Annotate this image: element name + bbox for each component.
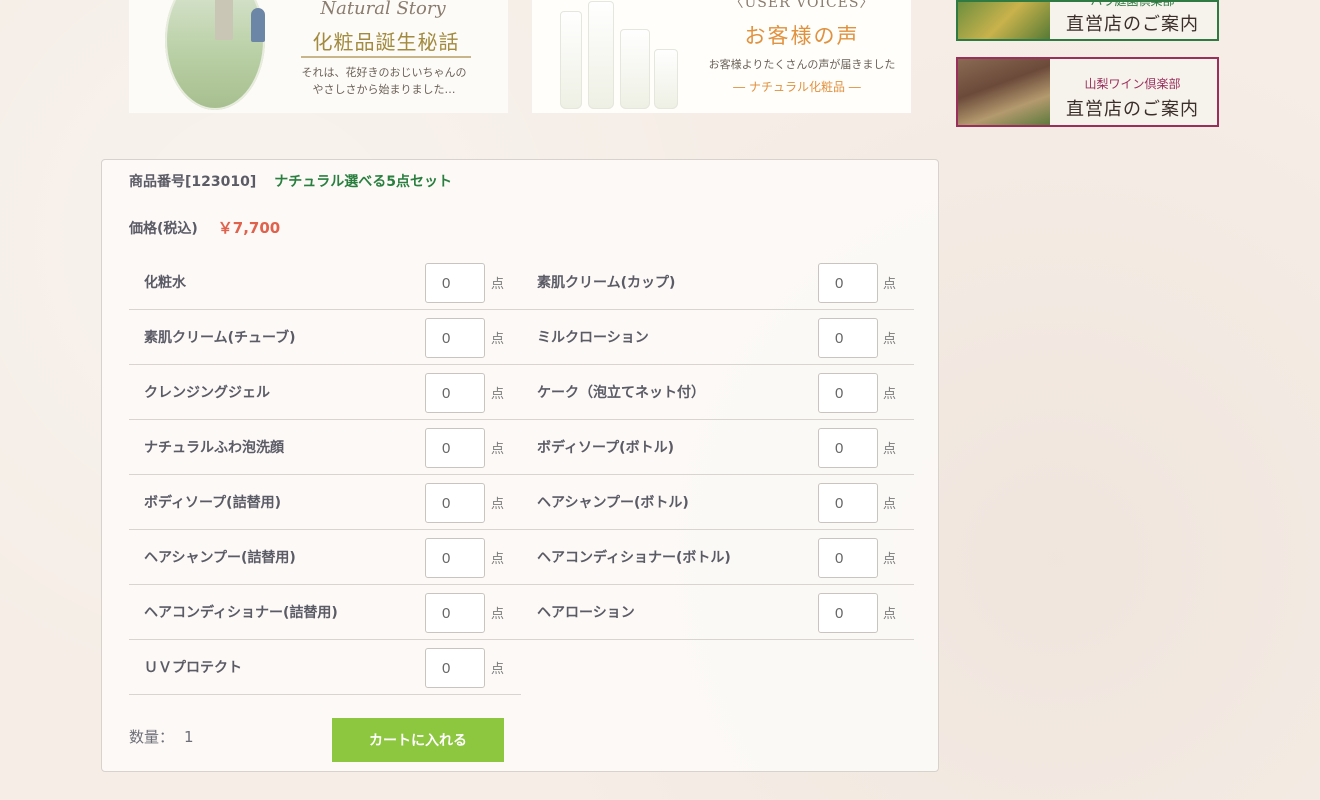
item-quantity-input[interactable] (818, 373, 878, 413)
unit-label: 点 (883, 332, 897, 347)
unit-label: 点 (491, 277, 505, 292)
item-label: 素肌クリーム(カップ) (537, 275, 676, 291)
story-divider (301, 56, 471, 58)
story-desc-line1: それは、花好きのおじいちゃんの (301, 66, 467, 79)
unit-label: 点 (491, 332, 505, 347)
natural-story-banner[interactable]: Natural Story 化粧品誕生秘話 それは、花好きのおじいちゃんの やさ… (129, 0, 508, 113)
item-row: 化粧水 点 (129, 255, 521, 310)
unit-label: 点 (883, 387, 897, 402)
garden-club-name: バラ庭園倶楽部 (1090, 0, 1175, 8)
item-quantity-input[interactable] (818, 428, 878, 468)
item-row: ナチュラルふわ泡洗顔 点 (129, 420, 521, 475)
unit-label: 点 (883, 552, 897, 567)
item-row: ミルクローション 点 (521, 310, 914, 365)
unit-label: 点 (491, 442, 505, 457)
item-quantity-input[interactable] (425, 593, 485, 633)
item-row: ヘアローション 点 (521, 585, 914, 640)
unit-label: 点 (491, 497, 505, 512)
item-label: ボディソープ(詰替用) (144, 495, 281, 511)
item-row: クレンジングジェル 点 (129, 365, 521, 420)
story-description: それは、花好きのおじいちゃんの やさしさから始まりました… (284, 64, 484, 98)
item-quantity-input[interactable] (425, 648, 485, 688)
item-label: 化粧水 (144, 275, 186, 291)
product-code: 商品番号[123010] (129, 174, 257, 190)
item-row: 素肌クリーム(カップ) 点 (521, 255, 914, 310)
item-label: ＵＶプロテクト (144, 660, 242, 676)
item-label: ヘアローション (537, 605, 635, 621)
unit-label: 点 (883, 442, 897, 457)
garden-photo (958, 2, 1050, 39)
item-label: ケーク（泡立てネット付） (537, 385, 705, 401)
wine-club-name: 山梨ワイン倶楽部 (1084, 77, 1181, 91)
unit-label: 点 (883, 607, 897, 622)
product-header: 商品番号[123010] ナチュラル選べる5点セット (129, 171, 452, 191)
item-quantity-input[interactable] (425, 318, 485, 358)
item-selection-grid: 化粧水 点 素肌クリーム(カップ) 点 素肌クリーム(チューブ) 点 ミルクロー… (129, 255, 914, 695)
item-quantity-input[interactable] (818, 593, 878, 633)
voices-title: お客様の声 (744, 24, 860, 48)
grandfather-child-illustration (165, 0, 265, 110)
voices-description: お客様よりたくさんの声が届きました (708, 58, 896, 71)
product-panel: 商品番号[123010] ナチュラル選べる5点セット 価格(税込) ￥7,700 化… (101, 159, 939, 772)
quantity-label: 数量： (129, 728, 175, 746)
unit-label: 点 (491, 552, 505, 567)
user-voices-banner[interactable]: 〈USER VOICES〉 お客様の声 お客様よりたくさんの声が届きました ― … (532, 0, 911, 113)
wine-store-guide: 直営店のご案内 (1066, 99, 1199, 120)
item-label: ヘアコンディショナー(ボトル) (537, 550, 731, 566)
item-quantity-input[interactable] (425, 263, 485, 303)
unit-label: 点 (883, 497, 897, 512)
item-row: ＵＶプロテクト 点 (129, 640, 521, 695)
item-quantity-input[interactable] (425, 538, 485, 578)
grandfather-figure (215, 0, 233, 40)
item-row: ヘアコンディショナー(ボトル) 点 (521, 530, 914, 585)
item-row: ボディソープ(ボトル) 点 (521, 420, 914, 475)
item-row: 素肌クリーム(チューブ) 点 (129, 310, 521, 365)
item-label: ミルクローション (537, 330, 649, 346)
voices-tag: ― ナチュラル化粧品 ― (733, 80, 861, 94)
voices-subtitle: 〈USER VOICES〉 (729, 0, 875, 11)
story-subtitle: Natural Story (320, 0, 446, 19)
unit-label: 点 (491, 607, 505, 622)
empty-cell (521, 640, 914, 695)
price-value: ￥7,700 (217, 219, 281, 237)
item-label: ボディソープ(ボトル) (537, 440, 674, 456)
item-row: ヘアシャンプー(ボトル) 点 (521, 475, 914, 530)
story-title: 化粧品誕生秘話 (312, 30, 460, 54)
unit-label: 点 (883, 277, 897, 292)
item-label: ナチュラルふわ泡洗顔 (144, 440, 284, 456)
item-quantity-input[interactable] (818, 538, 878, 578)
item-quantity-input[interactable] (425, 428, 485, 468)
yamanashi-wine-club-store-banner[interactable]: 山梨ワイン倶楽部 直営店のご案内 (956, 57, 1219, 127)
garden-store-guide: 直営店のご案内 (1066, 14, 1199, 35)
item-quantity-input[interactable] (818, 483, 878, 523)
child-figure (251, 8, 265, 42)
unit-label: 点 (491, 387, 505, 402)
item-label: ヘアシャンプー(詰替用) (144, 550, 296, 566)
item-quantity-input[interactable] (818, 318, 878, 358)
story-desc-line2: やさしさから始まりました… (312, 83, 456, 96)
price-label: 価格(税込) (129, 221, 198, 237)
item-row: ボディソープ(詰替用) 点 (129, 475, 521, 530)
product-name: ナチュラル選べる5点セット (274, 174, 452, 190)
wine-shop-photo (958, 59, 1050, 125)
item-row: ヘアコンディショナー(詰替用) 点 (129, 585, 521, 640)
cosmetic-bottles-image (550, 0, 690, 113)
item-quantity-input[interactable] (425, 373, 485, 413)
rose-garden-club-store-banner[interactable]: バラ庭園倶楽部 直営店のご案内 (956, 0, 1219, 41)
item-label: ヘアシャンプー(ボトル) (537, 495, 689, 511)
price-row: 価格(税込) ￥7,700 (129, 217, 280, 238)
item-label: クレンジングジェル (144, 385, 270, 401)
item-quantity-input[interactable] (818, 263, 878, 303)
item-row: ヘアシャンプー(詰替用) 点 (129, 530, 521, 585)
item-row: ケーク（泡立てネット付） 点 (521, 365, 914, 420)
quantity-row: 数量： 1 (129, 726, 194, 747)
quantity-value: 1 (184, 728, 194, 746)
unit-label: 点 (491, 662, 505, 677)
item-label: 素肌クリーム(チューブ) (144, 330, 296, 346)
add-to-cart-button[interactable]: カートに入れる (332, 718, 504, 762)
item-label: ヘアコンディショナー(詰替用) (144, 605, 338, 621)
item-quantity-input[interactable] (425, 483, 485, 523)
